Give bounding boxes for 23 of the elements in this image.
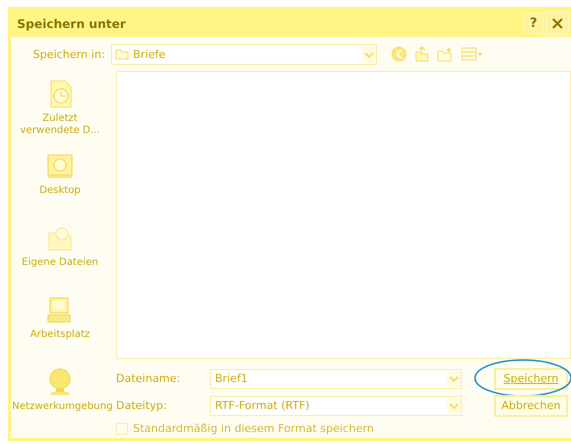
folder-icon bbox=[115, 48, 129, 60]
field-label: Dateiname: bbox=[116, 372, 182, 385]
view-menu-icon bbox=[461, 46, 483, 62]
filename-combo[interactable]: Brief1 bbox=[210, 368, 462, 388]
place-label[interactable]: Arbeitsplatz bbox=[30, 329, 90, 341]
close-icon bbox=[552, 18, 563, 29]
file-list[interactable] bbox=[116, 71, 571, 359]
back-icon bbox=[391, 46, 407, 62]
window-title: Speichern unter bbox=[17, 16, 127, 30]
new-folder-icon bbox=[437, 46, 453, 62]
place-label[interactable]: Eigene Dateien bbox=[22, 257, 98, 269]
up-folder-icon bbox=[415, 46, 429, 62]
save-button[interactable]: Speichern bbox=[494, 368, 568, 390]
close-button[interactable] bbox=[546, 12, 569, 35]
field-label: Dateityp: bbox=[116, 399, 168, 412]
help-button[interactable]: ? bbox=[523, 13, 544, 34]
checkbox-label: Standardmäßig in diesem Format speichern bbox=[133, 422, 374, 435]
cancel-button[interactable]: Abbrechen bbox=[494, 394, 568, 416]
save-in-label: Speichern in: bbox=[32, 48, 106, 60]
filetype-dropdown[interactable]: RTF-Format (RTF) bbox=[210, 396, 462, 416]
save-in-dropdown[interactable]: Briefe bbox=[111, 44, 377, 64]
place-label[interactable]: Desktop bbox=[39, 185, 81, 197]
place-label[interactable]: Zuletzt verwendete D... bbox=[12, 113, 108, 137]
